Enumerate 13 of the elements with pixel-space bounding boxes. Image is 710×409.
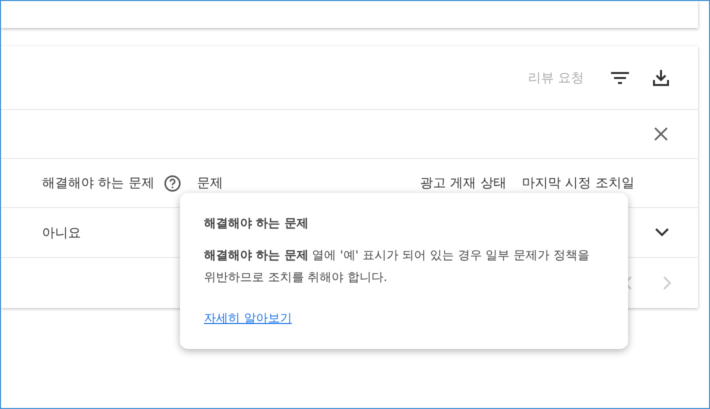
expand-chevron-icon[interactable] <box>655 228 669 237</box>
column-header: 광고 게재 상태 <box>420 175 506 192</box>
column-header: 문제 <box>197 175 223 192</box>
help-icon[interactable] <box>164 174 182 192</box>
learn-more-link[interactable]: 자세히 알아보기 <box>204 311 292 325</box>
download-icon[interactable] <box>652 68 670 86</box>
table-cell-text: 아니요 <box>42 224 82 242</box>
close-icon[interactable] <box>654 127 668 141</box>
column-header: 해결해야 하는 문제 <box>42 175 154 192</box>
filter-icon[interactable] <box>610 70 630 84</box>
tooltip-text: 해결해야 하는 문제 열에 '예' 표시가 되어 있는 경우 일부 문제가 정책을 위반하므로 조치를 취해야 합니다. <box>204 247 590 286</box>
tooltip-title: 해결해야 하는 문제 <box>204 215 310 232</box>
column-header: 마지막 시정 조치일 <box>522 175 634 192</box>
